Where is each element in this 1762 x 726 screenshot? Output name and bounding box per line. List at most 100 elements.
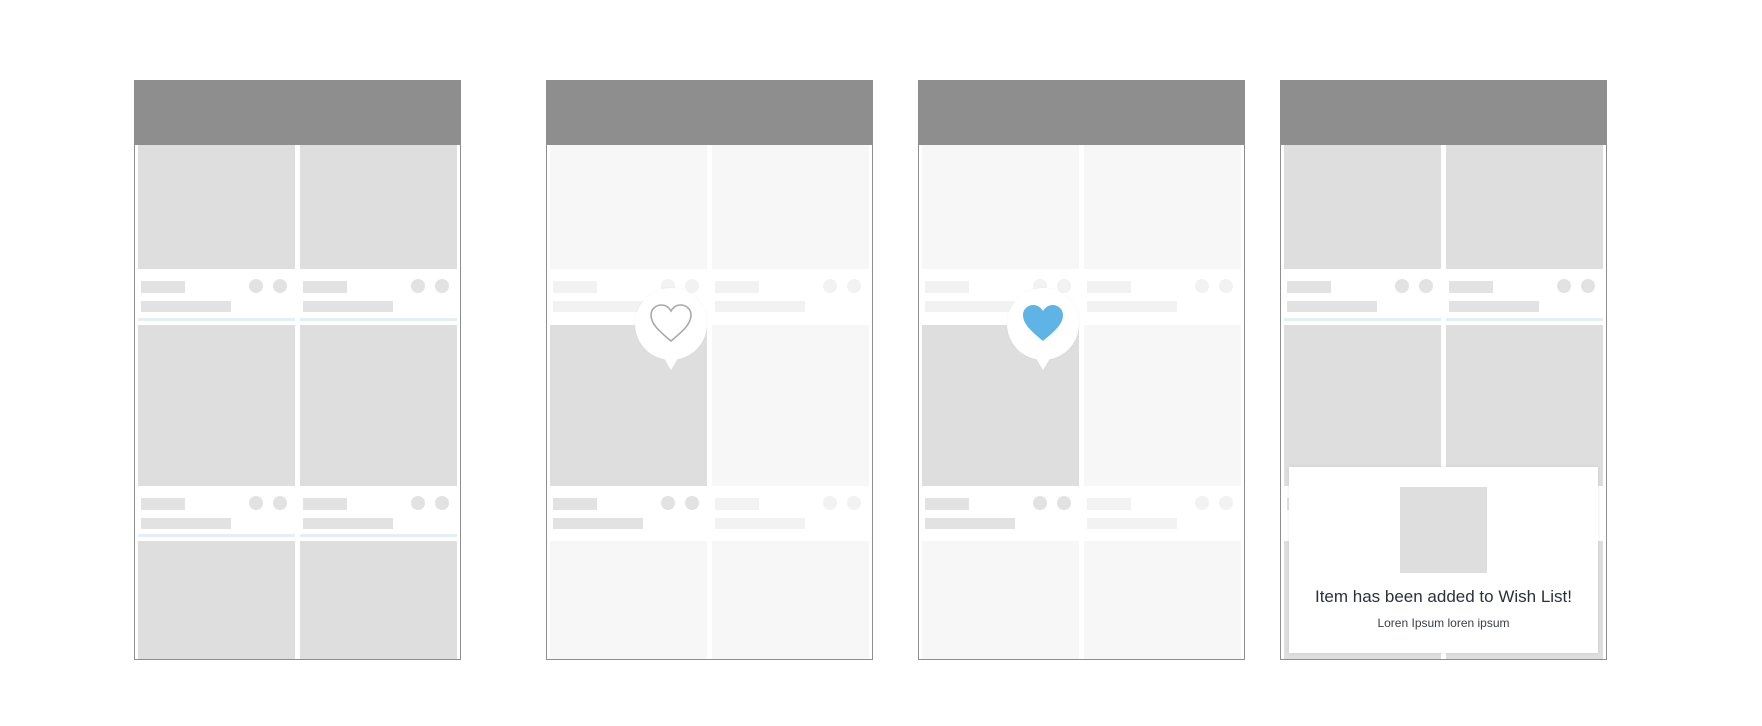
product-card[interactable] [1284, 145, 1441, 321]
wishlist-icon[interactable] [1581, 279, 1595, 293]
action-icon[interactable] [411, 496, 425, 510]
product-info [1446, 271, 1603, 318]
product-price-placeholder [553, 518, 643, 529]
product-grid [922, 145, 1241, 659]
phone-screen-added-to-wishlist [918, 80, 1245, 660]
action-icon[interactable] [823, 279, 837, 293]
product-card[interactable] [1084, 145, 1241, 320]
product-price-placeholder [303, 518, 393, 529]
product-grid [550, 145, 869, 659]
wishlist-icon[interactable] [273, 279, 287, 293]
product-price-placeholder [553, 301, 643, 312]
product-price-placeholder [1287, 301, 1377, 312]
product-card[interactable] [712, 145, 869, 320]
product-image [1284, 145, 1441, 269]
wishlist-icon[interactable] [1219, 496, 1233, 510]
product-image [300, 325, 457, 486]
card-divider [1446, 318, 1603, 321]
product-card[interactable] [138, 145, 295, 321]
product-image [1446, 145, 1603, 269]
product-price-placeholder [925, 518, 1015, 529]
wishlist-icon[interactable] [847, 279, 861, 293]
product-title-placeholder [1449, 281, 1493, 293]
product-info [300, 488, 457, 534]
product-image [1284, 325, 1441, 486]
wishlist-confirmation-toast[interactable]: Item has been added to Wish List! Loren … [1289, 467, 1598, 653]
product-info [138, 271, 295, 318]
product-thumbnail [1400, 487, 1487, 573]
product-card[interactable] [712, 541, 869, 659]
product-image [138, 145, 295, 269]
action-icon[interactable] [1395, 279, 1409, 293]
product-info [1084, 488, 1241, 534]
product-price-placeholder [715, 301, 805, 312]
bubble-tail [659, 350, 683, 370]
bubble-tail [1031, 350, 1055, 370]
wishlist-icon[interactable] [1057, 496, 1071, 510]
product-card[interactable] [138, 325, 295, 537]
product-card[interactable] [550, 541, 707, 659]
product-price-placeholder [1449, 301, 1539, 312]
product-title-placeholder [1087, 498, 1131, 510]
wishlist-bubble[interactable] [1007, 288, 1079, 370]
wishlist-icon[interactable] [847, 496, 861, 510]
product-title-placeholder [715, 281, 759, 293]
product-card[interactable] [300, 325, 457, 537]
phone-screen-long-press [546, 80, 873, 660]
product-info [712, 271, 869, 318]
action-icon[interactable] [1033, 496, 1047, 510]
wishlist-icon[interactable] [273, 496, 287, 510]
product-price-placeholder [303, 301, 393, 312]
product-image [1084, 145, 1241, 269]
product-price-placeholder [925, 301, 1015, 312]
wishlist-icon[interactable] [1219, 279, 1233, 293]
phone-screen-product-grid [134, 80, 461, 660]
product-info [1284, 271, 1441, 318]
action-icon[interactable] [411, 279, 425, 293]
product-card[interactable] [300, 145, 457, 321]
app-header-bar [135, 81, 460, 145]
product-image [550, 541, 707, 659]
heart-filled-icon[interactable] [1021, 303, 1065, 343]
product-card[interactable] [1084, 541, 1241, 659]
product-price-placeholder [1087, 518, 1177, 529]
heart-outline-icon[interactable] [649, 303, 693, 343]
card-divider [138, 318, 295, 321]
wishlist-bubble[interactable] [635, 288, 707, 370]
product-image [1446, 325, 1603, 486]
product-image [300, 541, 457, 659]
product-title-placeholder [141, 498, 185, 510]
action-icon[interactable] [1195, 496, 1209, 510]
wishlist-icon[interactable] [685, 496, 699, 510]
app-header-bar [1281, 81, 1606, 145]
product-card[interactable] [922, 541, 1079, 659]
product-info [550, 488, 707, 534]
product-image [712, 325, 869, 486]
product-title-placeholder [1087, 281, 1131, 293]
product-card[interactable] [138, 541, 295, 659]
card-divider [138, 534, 295, 537]
product-image [712, 145, 869, 269]
action-icon[interactable] [823, 496, 837, 510]
action-icon[interactable] [249, 279, 263, 293]
product-image [1084, 325, 1241, 486]
product-image [1084, 541, 1241, 659]
wishlist-icon[interactable] [435, 279, 449, 293]
product-title-placeholder [553, 281, 597, 293]
wishlist-icon[interactable] [435, 496, 449, 510]
wishlist-icon[interactable] [1419, 279, 1433, 293]
product-title-placeholder [303, 498, 347, 510]
product-title-placeholder [925, 281, 969, 293]
action-icon[interactable] [1195, 279, 1209, 293]
product-image [922, 145, 1079, 269]
product-card[interactable] [712, 325, 869, 536]
product-title-placeholder [553, 498, 597, 510]
action-icon[interactable] [249, 496, 263, 510]
action-icon[interactable] [661, 496, 675, 510]
action-icon[interactable] [1557, 279, 1571, 293]
product-card[interactable] [300, 541, 457, 659]
product-card[interactable] [1446, 145, 1603, 321]
product-price-placeholder [1087, 301, 1177, 312]
card-divider [1284, 318, 1441, 321]
product-card[interactable] [1084, 325, 1241, 536]
